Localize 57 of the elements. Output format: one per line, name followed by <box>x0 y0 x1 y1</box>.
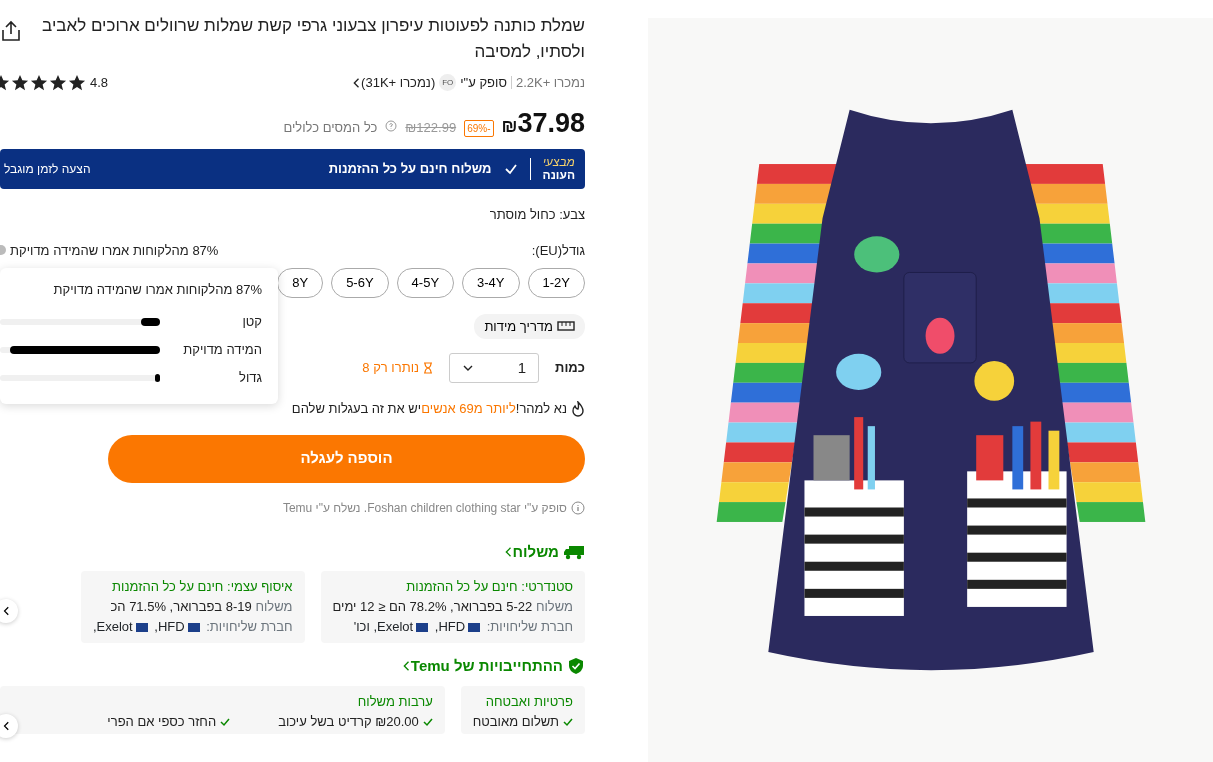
star-icon <box>30 73 48 92</box>
size-label: גודל(EU): <box>531 241 585 260</box>
quantity-label: כמות <box>555 359 585 378</box>
fit-row-label: קטן <box>242 312 262 331</box>
chevron-icon <box>1 719 11 732</box>
original-price: ₪122.99 <box>405 118 457 137</box>
seller-badge: FO <box>439 74 457 92</box>
check-icon <box>563 716 573 727</box>
stock-note: נותרו רק 8 <box>362 359 420 378</box>
flame-icon <box>571 400 585 417</box>
color-label: צבע: כחול מוסתר <box>488 206 585 224</box>
commitment-item: ₪20.00 קרדיט בשל עיכוב <box>278 712 419 731</box>
size-option[interactable]: 3-4Y <box>462 268 520 298</box>
delivery-estimate: משלוח 8-19 בפברואר, 71.5% הכ <box>109 598 293 616</box>
star-icon <box>49 73 67 92</box>
tax-note: כל המסים כלולים <box>283 118 378 137</box>
commitment-item: החזר כספי אם הפרי <box>107 712 217 731</box>
commitments-link[interactable]: ההתחייבויות של Temu <box>400 655 563 678</box>
fit-row-label: גדול <box>239 368 262 387</box>
shipping-option-title: איסוף עצמי: חינם על כל ההזמנות <box>111 578 293 596</box>
size-option[interactable]: 5-6Y <box>331 268 389 298</box>
chevron-icon <box>1 605 11 617</box>
fit-row-label: המידה מדויקת <box>183 340 262 359</box>
size-guide-button[interactable]: מדריך מידות <box>474 313 585 339</box>
star-icon <box>68 73 86 92</box>
price: ₪37.98 <box>501 106 585 140</box>
supplier-note: סופק ע"י Foshan children clothing star. נשלח ע"י Temu <box>282 499 567 517</box>
size-option[interactable]: 1-2Y <box>527 268 585 298</box>
carousel-prev-button[interactable] <box>0 599 18 623</box>
popover-title: 87% מהלקוחות אמרו שהמידה מדויקת <box>52 281 262 299</box>
share-icon[interactable] <box>0 20 22 42</box>
delivery-estimate: משלוח 5-22 בפברואר, 78.2% הם ≤ 12 ימים <box>332 598 573 616</box>
truck-icon <box>563 543 585 560</box>
hourglass-icon <box>423 362 434 374</box>
quantity-select[interactable]: 1 <box>449 353 540 383</box>
ruler-icon <box>557 320 575 333</box>
info-icon <box>571 500 585 515</box>
limited-offer-note: הצעה לזמן מוגבל <box>4 161 91 178</box>
rating-value: 4.8 <box>90 74 109 92</box>
urgency-message: נא למהר!ליותר מ69 אנשיםיש את זה בעגלות שלהם <box>291 400 567 418</box>
size-option[interactable]: 4-5Y <box>396 268 455 298</box>
product-title: שמלת כותנה לפעוטות עיפרון צבעוני גרפי קשת שמלות שרוולים ארוכים לאביב ולסתיו, למסיבה <box>41 15 585 63</box>
discount-badge: -69% <box>464 119 494 137</box>
commitment-title: פרטיות ואבטחה <box>484 692 573 711</box>
sold-count: נמכרו +2.2K <box>515 74 585 92</box>
fit-note: 87% מהלקוחות אמרו שהמידה מדויקת <box>10 241 219 260</box>
check-icon <box>422 716 433 727</box>
commitment-title: ערבות משלוח <box>356 692 433 711</box>
season-sale-logo: מבצעי העונה <box>542 156 575 182</box>
size-option[interactable]: 8Y <box>277 268 324 298</box>
shield-icon <box>567 657 585 676</box>
shipping-link[interactable]: משלוח <box>502 540 559 563</box>
check-icon <box>503 162 518 176</box>
shipping-option-title: סטנדרטי: חינם על כל ההזמנות <box>405 578 573 596</box>
commitment-item: תשלום מאובטח <box>472 712 559 731</box>
check-icon <box>220 716 231 727</box>
free-shipping-offer: משלוח חינם על כל ההזמנות <box>328 160 492 179</box>
